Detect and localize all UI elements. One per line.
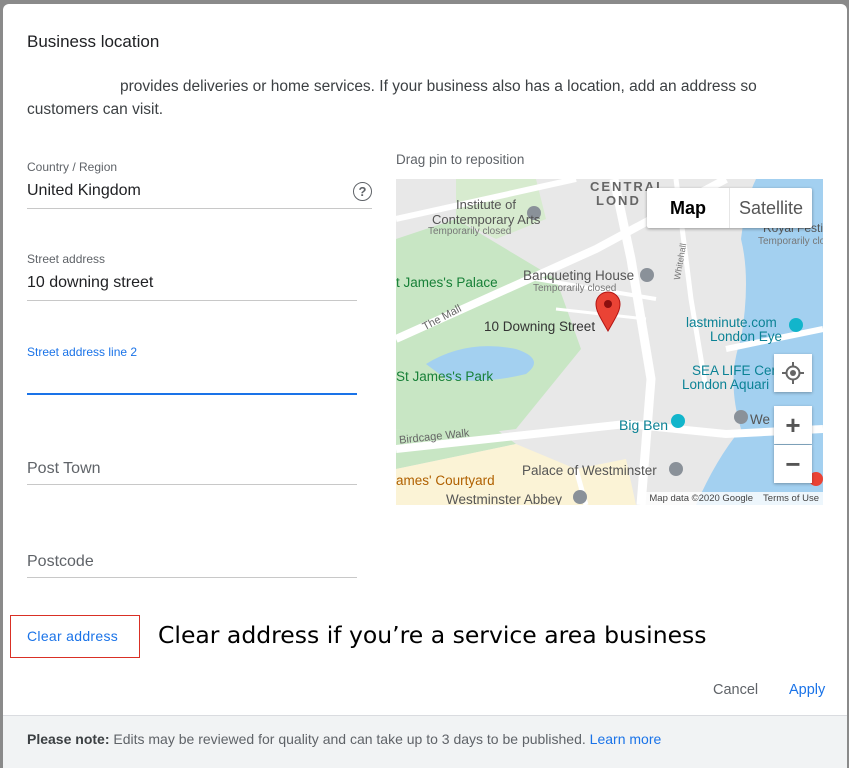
map-label-eye: London Eye bbox=[710, 329, 783, 344]
clear-address-button[interactable]: Clear address bbox=[27, 628, 118, 644]
dialog-description: provides deliveries or home services. If… bbox=[27, 75, 787, 121]
crosshair-icon bbox=[782, 362, 804, 384]
street-address-label: Street address bbox=[27, 252, 106, 266]
street-address-underline bbox=[27, 300, 357, 301]
map-label-bigben: Big Ben bbox=[619, 417, 669, 433]
map-label-ica: Institute of bbox=[456, 197, 516, 212]
map-attribution: Map data ©2020 Google Terms of Use bbox=[645, 492, 823, 505]
business-location-dialog: Business location provides deliveries or… bbox=[3, 4, 847, 768]
map-label-stjames-palace: t James's Palace bbox=[396, 275, 498, 290]
map-label-banqueting: Banqueting House bbox=[523, 268, 635, 283]
map-label-stjames-park: St James's Park bbox=[396, 369, 494, 384]
cancel-button[interactable]: Cancel bbox=[713, 682, 758, 698]
postcode-placeholder[interactable]: Postcode bbox=[27, 553, 357, 571]
my-location-button[interactable] bbox=[774, 354, 812, 392]
map-label-downing: 10 Downing Street bbox=[484, 319, 596, 334]
map-label-sealife: SEA LIFE Cen bbox=[692, 363, 780, 378]
help-circle-icon[interactable]: ? bbox=[353, 182, 372, 201]
minus-icon: − bbox=[785, 448, 801, 479]
note-text: Edits may be reviewed for quality and ca… bbox=[109, 731, 590, 747]
map-label-courtyard: ames' Courtyard bbox=[396, 473, 495, 488]
learn-more-link[interactable]: Learn more bbox=[590, 731, 662, 747]
description-text: provides deliveries or home services. If… bbox=[27, 78, 757, 118]
country-label: Country / Region bbox=[27, 160, 118, 174]
map-view[interactable]: CENTRAL LOND Institute of Contemporary A… bbox=[396, 179, 823, 505]
plus-icon: + bbox=[785, 409, 801, 440]
country-field[interactable]: Country / Region United Kingdom ? bbox=[27, 160, 372, 209]
postcode-underline bbox=[27, 577, 357, 578]
map-type-satellite-button[interactable]: Satellite bbox=[729, 188, 812, 228]
map-label-royal-status: Temporarily closed bbox=[758, 236, 823, 247]
terms-of-use-link[interactable]: Terms of Use bbox=[763, 493, 819, 504]
annotation-text: Clear address if you’re a service area b… bbox=[158, 621, 707, 649]
street-address-value[interactable]: 10 downing street bbox=[27, 274, 357, 294]
country-value[interactable]: United Kingdom bbox=[27, 182, 357, 202]
map-label-london: LOND bbox=[596, 193, 641, 208]
map-label-ica2: Contemporary Arts bbox=[432, 212, 541, 227]
map-label-banqueting-status: Temporarily closed bbox=[533, 283, 617, 294]
street-address-field[interactable]: Street address 10 downing street bbox=[27, 252, 357, 301]
street-address-line2-underline bbox=[27, 393, 357, 395]
note-bold: Please note: bbox=[27, 731, 110, 747]
street-address-line2-label: Street address line 2 bbox=[27, 345, 138, 359]
map-label-lastminute: lastminute.com bbox=[686, 315, 777, 330]
footer-note: Please note: Edits may be reviewed for q… bbox=[27, 731, 661, 747]
zoom-in-button[interactable]: + bbox=[774, 406, 812, 444]
map-label-westminster-palace: Palace of Westminster bbox=[522, 463, 657, 478]
dialog-title: Business location bbox=[27, 32, 160, 51]
country-underline bbox=[27, 208, 372, 209]
drag-pin-hint: Drag pin to reposition bbox=[396, 152, 525, 167]
map-type-toggle[interactable]: Map Satellite bbox=[647, 188, 812, 228]
street-address-line2-field[interactable]: Street address line 2 bbox=[27, 345, 357, 395]
map-label-ica-status: Temporarily closed bbox=[428, 226, 512, 237]
post-town-underline bbox=[27, 484, 357, 485]
map-label-aquarium: London Aquari bbox=[682, 377, 770, 392]
postcode-field[interactable]: Postcode bbox=[27, 553, 357, 578]
apply-button[interactable]: Apply bbox=[789, 682, 825, 698]
footer-divider bbox=[3, 715, 847, 716]
post-town-field[interactable]: Post Town bbox=[27, 460, 357, 485]
map-data-credit: Map data ©2020 Google bbox=[649, 493, 754, 504]
zoom-out-button[interactable]: − bbox=[774, 445, 812, 483]
map-label-abbey: Westminster Abbey bbox=[446, 492, 563, 505]
street-address-line2-value[interactable] bbox=[27, 367, 357, 387]
map-type-map-button[interactable]: Map bbox=[647, 188, 729, 228]
map-label-we: We bbox=[750, 412, 771, 427]
post-town-placeholder[interactable]: Post Town bbox=[27, 460, 357, 478]
